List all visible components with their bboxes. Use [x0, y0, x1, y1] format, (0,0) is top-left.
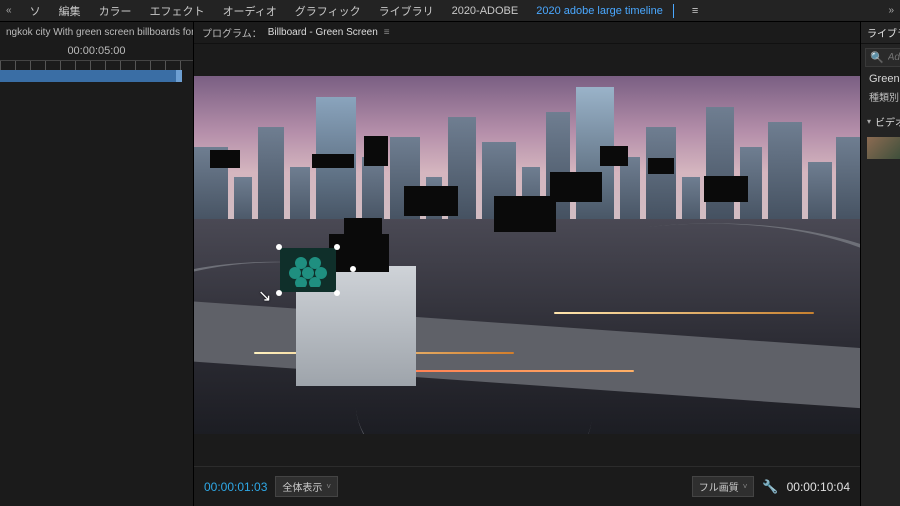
chevron-down-icon: ˅	[743, 482, 748, 491]
billboard	[550, 172, 602, 202]
library-sort-dropdown[interactable]: 種類別に表示 ˅	[861, 87, 900, 110]
source-clip-title: ngkok city With green screen billboards …	[0, 22, 193, 42]
workspace-menubar: « ソ 編集 カラー エフェクト オーディオ グラフィック ライブラリ 2020…	[0, 0, 900, 22]
menubar-prev-icon[interactable]: «	[6, 5, 12, 16]
menu-item-edit[interactable]: 編集	[59, 3, 81, 19]
billboard	[329, 234, 389, 272]
current-library-name[interactable]: Green Screen	[861, 67, 900, 87]
program-header: プログラム： Billboard - Green Screen ≡	[194, 22, 860, 44]
menu-item-libraries[interactable]: ライブラリ	[379, 3, 434, 19]
tab-libraries[interactable]: ライブラリ	[867, 25, 900, 40]
transform-handle[interactable]	[350, 266, 356, 272]
library-asset[interactable]: Day to Night Time lapse city l	[861, 133, 900, 163]
menu-item-source[interactable]: ソ	[30, 3, 41, 19]
source-clip-bar[interactable]	[0, 70, 179, 82]
program-viewport[interactable]: ↘	[194, 44, 860, 466]
quality-dropdown[interactable]: フル画質 ˅	[692, 476, 755, 497]
source-monitor-panel: ngkok city With green screen billboards …	[0, 22, 194, 506]
library-section-video[interactable]: ▾ ビデオ	[861, 110, 900, 133]
zoom-dropdown[interactable]: 全体表示 ˅	[275, 476, 338, 497]
billboard	[704, 176, 748, 202]
selected-billboard[interactable]	[280, 248, 336, 292]
program-frame[interactable]: ↘	[194, 76, 860, 434]
chevron-down-icon: ˅	[326, 482, 331, 491]
stock-search-field[interactable]: 🔍	[865, 48, 900, 67]
workspace-overflow-icon[interactable]: ≡	[692, 5, 698, 17]
menu-item-ws-active[interactable]: 2020 adobe large timeline	[536, 5, 663, 17]
source-ruler[interactable]	[0, 60, 193, 70]
program-panel-menu-icon[interactable]: ≡	[384, 27, 390, 38]
menubar-next-icon[interactable]: »	[888, 5, 894, 16]
zoom-dropdown-label: 全体表示	[282, 479, 322, 494]
billboard	[210, 150, 240, 168]
motion-arrow-icon: ↘	[258, 286, 271, 306]
active-ws-indicator	[673, 4, 674, 18]
billboard	[494, 196, 556, 232]
program-transport-bar: 00:00:01:03 全体表示 ˅ フル画質 ˅ 🔧 00:00:10:04	[194, 466, 860, 506]
program-sequence-name[interactable]: Billboard - Green Screen	[268, 27, 378, 38]
library-section-video-label: ビデオ	[875, 114, 900, 129]
program-monitor-panel: プログラム： Billboard - Green Screen ≡	[194, 22, 861, 506]
menu-item-audio[interactable]: オーディオ	[223, 3, 277, 19]
billboard	[648, 158, 674, 174]
billboard	[600, 146, 628, 166]
search-icon[interactable]: 🔍	[870, 51, 884, 64]
program-current-timecode[interactable]: 00:00:01:03	[204, 480, 267, 494]
transform-handle[interactable]	[334, 244, 340, 250]
asset-thumbnail	[867, 137, 900, 159]
disclosure-triangle-icon: ▾	[867, 117, 871, 126]
menu-item-graphics[interactable]: グラフィック	[295, 3, 361, 19]
program-label: プログラム：	[202, 25, 262, 40]
library-sort-label: 種類別に表示	[869, 89, 900, 104]
source-mini-timeline[interactable]: 00:00:05:00	[0, 42, 193, 86]
billboard	[404, 186, 458, 216]
transform-handle[interactable]	[276, 290, 282, 296]
settings-wrench-icon[interactable]: 🔧	[762, 479, 778, 495]
right-panel-tabs: ライブラリ ≡ エッセンシャルグラフィックス	[861, 22, 900, 44]
quality-dropdown-label: フル画質	[699, 479, 739, 494]
billboard	[312, 154, 354, 168]
source-mini-timecode[interactable]: 00:00:05:00	[0, 42, 193, 60]
stock-search-input[interactable]	[888, 52, 900, 63]
menu-item-color[interactable]: カラー	[99, 3, 132, 19]
menu-item-ws-2020[interactable]: 2020-ADOBE	[452, 5, 519, 17]
menu-item-effects[interactable]: エフェクト	[150, 3, 205, 19]
libraries-panel: ライブラリ ≡ エッセンシャルグラフィックス 🔍 Green Screen 種類…	[861, 22, 900, 506]
transform-handle[interactable]	[276, 244, 282, 250]
transform-handle[interactable]	[334, 290, 340, 296]
program-duration-timecode: 00:00:10:04	[787, 480, 850, 494]
billboard	[364, 136, 388, 166]
